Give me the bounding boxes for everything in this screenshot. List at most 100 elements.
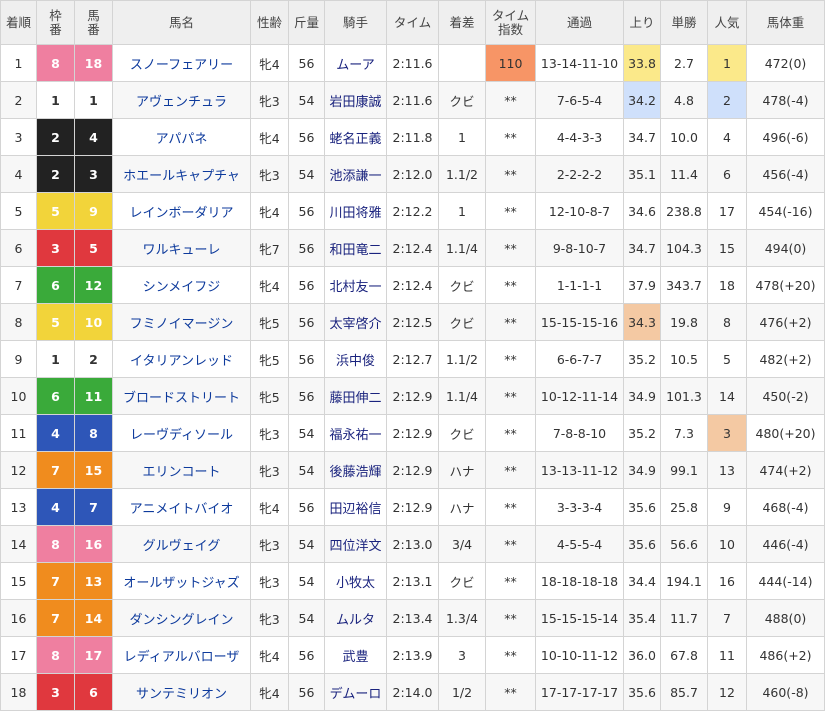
col-time-index[interactable]: タイム 指数	[485, 0, 536, 45]
uma-cell: 3	[74, 155, 113, 193]
jockey-link[interactable]: 小牧太	[336, 576, 375, 591]
horse-name-link[interactable]: サンテミリオン	[136, 687, 227, 702]
col-uma[interactable]: 馬番	[74, 0, 113, 45]
jockey-cell: 岩田康誠	[324, 81, 387, 119]
jockey-link[interactable]: 田辺裕信	[329, 502, 381, 517]
jockey-link[interactable]: 藤田伸二	[329, 391, 381, 406]
sex-age-cell: 牝5	[250, 377, 289, 415]
odds-cell: 343.7	[660, 266, 708, 304]
horse-name-link[interactable]: ブロードストリート	[123, 391, 240, 406]
horse-name-link[interactable]: ワルキューレ	[142, 243, 220, 258]
jockey-cell: 太宰啓介	[324, 303, 387, 341]
horse-name-link[interactable]: オールザットジャズ	[123, 576, 239, 591]
jockey-link[interactable]: 武豊	[342, 650, 368, 665]
sex-age-cell: 牝4	[250, 44, 289, 82]
rank-cell: 1	[0, 44, 37, 82]
jockey-link[interactable]: 蛯名正義	[329, 132, 381, 147]
horse-name-link[interactable]: レディアルバローザ	[124, 650, 240, 665]
margin-cell: 1	[438, 118, 486, 156]
sex-age-cell: 牝4	[250, 192, 289, 230]
time-cell: 2:12.4	[386, 266, 439, 304]
sex-age-cell: 牝3	[250, 562, 289, 600]
horse-name-link[interactable]: レーヴディソール	[130, 428, 233, 443]
horse-name-link[interactable]: フミノイマージン	[130, 317, 234, 332]
col-horse-name[interactable]: 馬名	[112, 0, 251, 45]
odds-cell: 238.8	[660, 192, 708, 230]
odds-cell: 101.3	[660, 377, 708, 415]
horse-name-link[interactable]: エリンコート	[142, 465, 220, 480]
popularity-cell: 4	[707, 118, 747, 156]
uma-cell: 5	[74, 229, 113, 267]
jockey-link[interactable]: ムーア	[336, 58, 374, 73]
jockey-link[interactable]: デムーロ	[330, 687, 382, 702]
jockey-link[interactable]: 北村友一	[329, 280, 381, 295]
col-agari[interactable]: 上り	[623, 0, 661, 45]
table-row: 9 1 2 イタリアンレッド 牝5 56 浜中俊 2:12.7 1.1/2 ** 6-6-7-7 35…	[0, 340, 825, 378]
horse-name-cell: アニメイトバイオ	[112, 488, 251, 526]
body-weight-cell: 478(-4)	[746, 81, 825, 119]
jockey-cell: 和田竜二	[324, 229, 387, 267]
agari-cell: 34.7	[623, 118, 661, 156]
horse-name-link[interactable]: グルヴェイグ	[143, 539, 221, 554]
passing-cell: 2-2-2-2	[535, 155, 624, 193]
horse-name-link[interactable]: レインボーダリア	[129, 206, 233, 221]
jockey-link[interactable]: 和田竜二	[329, 243, 381, 258]
jockey-link[interactable]: 後藤浩輝	[329, 465, 381, 480]
kinryo-cell: 54	[288, 414, 325, 452]
margin-cell: クビ	[438, 414, 486, 452]
popularity-cell: 18	[707, 266, 747, 304]
horse-name-link[interactable]: アパパネ	[156, 132, 208, 147]
body-weight-cell: 482(+2)	[746, 340, 825, 378]
col-waku[interactable]: 枠番	[36, 0, 75, 45]
col-time[interactable]: タイム	[386, 0, 439, 45]
kinryo-cell: 54	[288, 155, 325, 193]
kinryo-cell: 54	[288, 562, 325, 600]
jockey-link[interactable]: 太宰啓介	[329, 317, 381, 332]
jockey-link[interactable]: 四位洋文	[329, 539, 381, 554]
jockey-link[interactable]: 池添謙一	[329, 169, 381, 184]
col-margin[interactable]: 着差	[438, 0, 486, 45]
horse-name-link[interactable]: シンメイフジ	[143, 280, 221, 295]
margin-cell: 1.1/4	[438, 229, 486, 267]
jockey-link[interactable]: 浜中俊	[336, 354, 375, 369]
horse-name-cell: ブロードストリート	[112, 377, 251, 415]
col-rank[interactable]: 着順	[0, 0, 37, 45]
col-body-weight[interactable]: 馬体重	[746, 0, 825, 45]
jockey-link[interactable]: ムルタ	[336, 613, 375, 628]
agari-cell: 36.0	[623, 636, 661, 674]
sex-age-cell: 牝3	[250, 599, 289, 637]
jockey-cell: 川田将雅	[324, 192, 387, 230]
time-index-cell: **	[485, 155, 536, 193]
col-popularity[interactable]: 人気	[707, 0, 747, 45]
body-weight-cell: 488(0)	[746, 599, 825, 637]
horse-name-link[interactable]: イタリアンレッド	[130, 354, 233, 369]
horse-name-link[interactable]: スノーフェアリー	[130, 58, 233, 73]
passing-cell: 15-15-15-14	[535, 599, 624, 637]
horse-name-link[interactable]: ホエールキャプチャ	[123, 169, 240, 184]
rank-cell: 15	[0, 562, 37, 600]
popularity-cell: 13	[707, 451, 747, 489]
agari-cell: 34.2	[623, 81, 661, 119]
horse-name-link[interactable]: ダンシングレイン	[129, 613, 233, 628]
table-row: 8 5 10 フミノイマージン 牝5 56 太宰啓介 2:12.5 クビ ** 15-15-15-1…	[0, 303, 825, 341]
col-passing[interactable]: 通過	[535, 0, 624, 45]
time-cell: 2:13.9	[386, 636, 439, 674]
jockey-link[interactable]: 岩田康誠	[329, 95, 381, 110]
horse-name-link[interactable]: アヴェンチュラ	[136, 95, 227, 110]
table-row: 12 7 15 エリンコート 牝3 54 後藤浩輝 2:12.9 ハナ ** 13-13-11-12…	[0, 451, 825, 489]
col-jockey[interactable]: 騎手	[324, 0, 387, 45]
uma-cell: 4	[74, 118, 113, 156]
rank-cell: 9	[0, 340, 37, 378]
col-sex-age[interactable]: 性齢	[250, 0, 289, 45]
time-cell: 2:13.4	[386, 599, 439, 637]
jockey-link[interactable]: 福永祐一	[329, 428, 381, 443]
header-row: 着順 枠番 馬番 馬名 性齢 斤量 騎手 タイム 着差 タイム 指数 通過 上り …	[0, 0, 825, 45]
col-odds[interactable]: 単勝	[660, 0, 708, 45]
time-cell: 2:11.6	[386, 81, 439, 119]
agari-cell: 34.9	[623, 377, 661, 415]
table-row: 15 7 13 オールザットジャズ 牝3 54 小牧太 2:13.1 クビ ** 18-18-18-…	[0, 562, 825, 600]
uma-cell: 18	[74, 44, 113, 82]
jockey-link[interactable]: 川田将雅	[329, 206, 381, 221]
col-kinryo[interactable]: 斤量	[288, 0, 325, 45]
horse-name-link[interactable]: アニメイトバイオ	[130, 502, 234, 517]
